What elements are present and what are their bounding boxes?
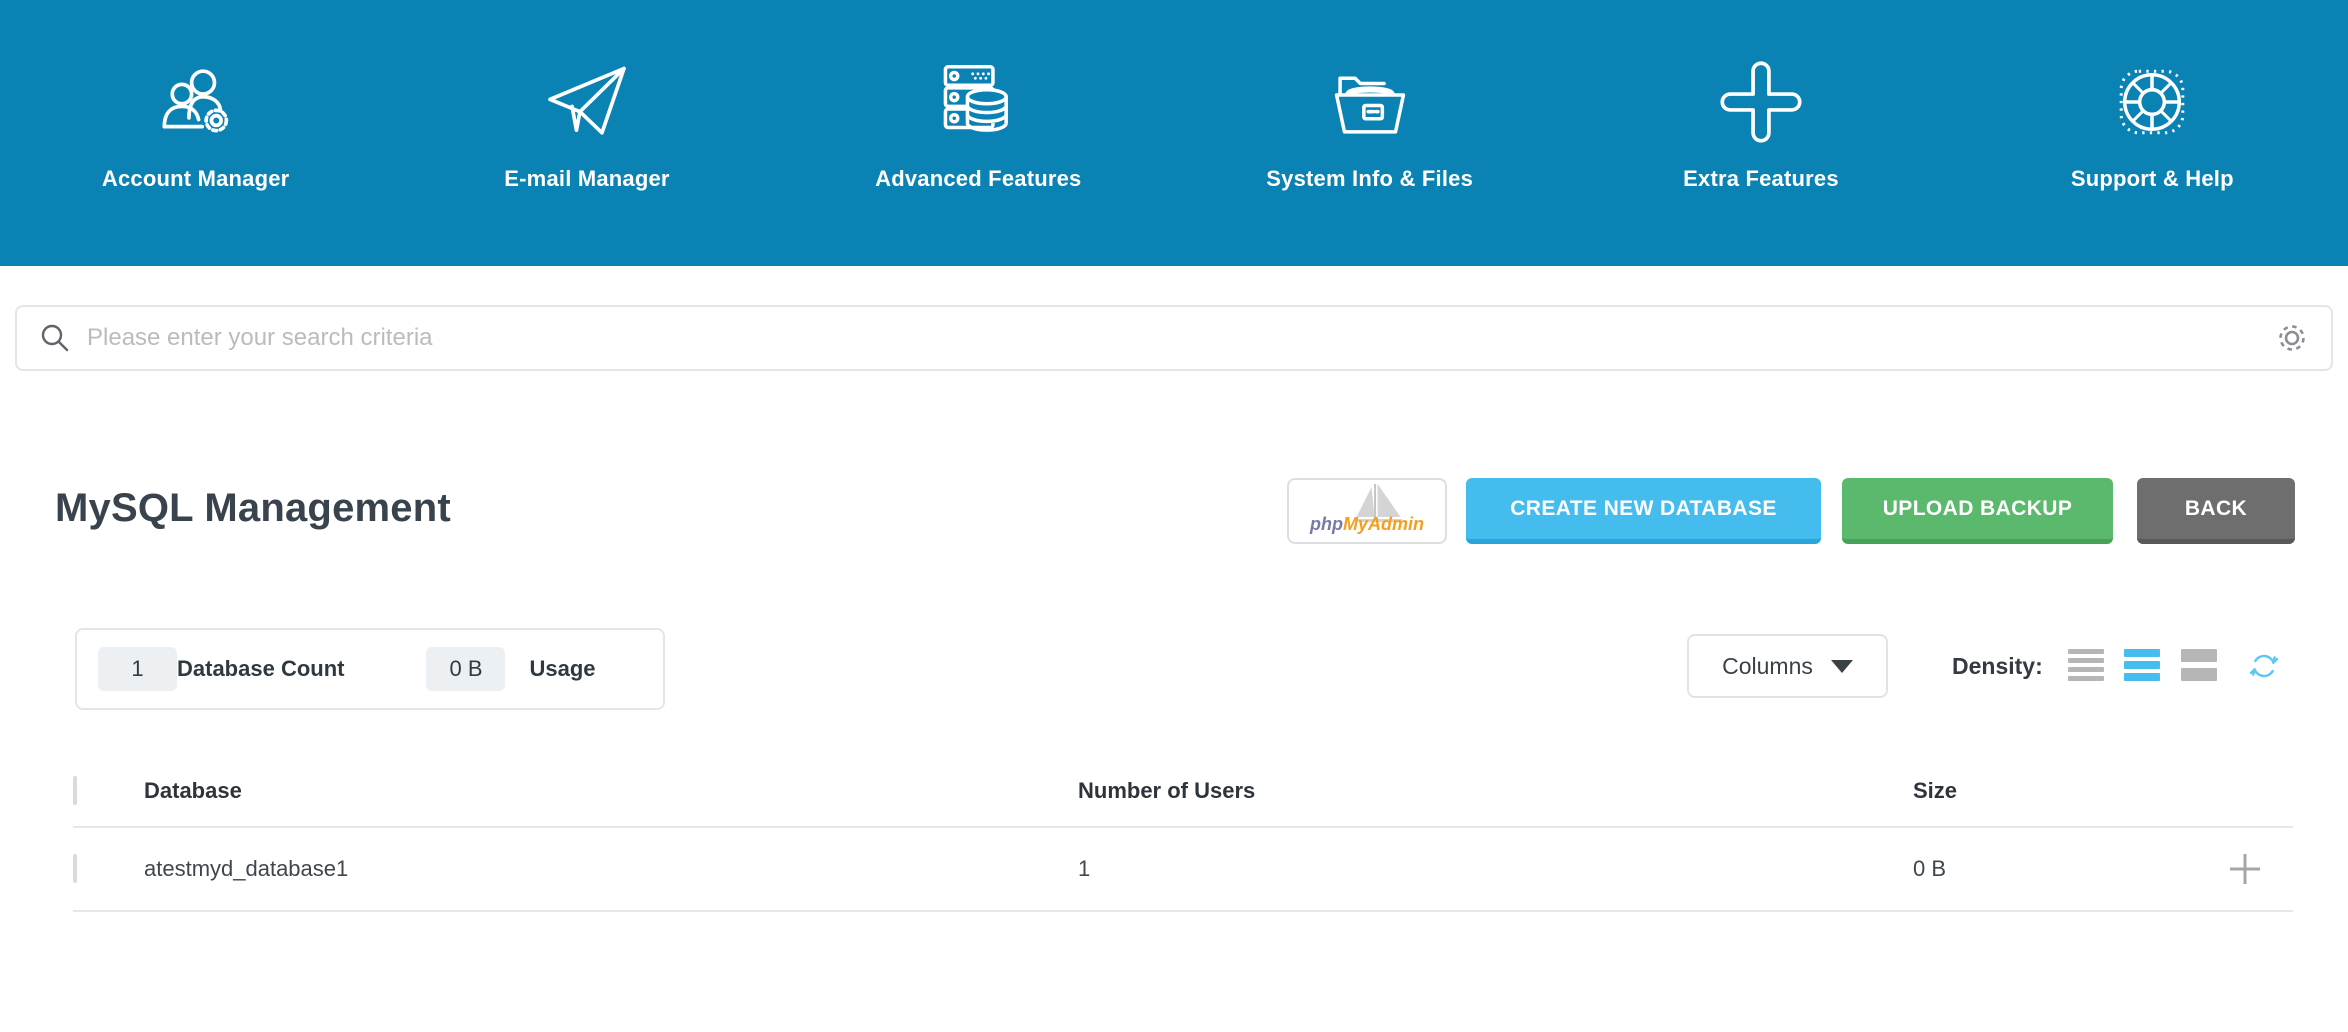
nav-label: Extra Features <box>1683 166 1839 192</box>
nav-label: Support & Help <box>2071 166 2234 192</box>
density-compact-icon <box>2068 649 2104 654</box>
columns-dropdown-label: Columns <box>1722 653 1813 680</box>
columns-dropdown[interactable]: Columns <box>1687 634 1888 698</box>
plus-icon <box>2228 852 2262 886</box>
search-settings-gear-icon[interactable] <box>2275 321 2309 355</box>
nav-item-advanced-features[interactable]: Advanced Features <box>783 0 1174 266</box>
search-input[interactable] <box>87 324 2275 352</box>
refresh-button[interactable] <box>2248 650 2280 682</box>
page-title: MySQL Management <box>55 486 451 531</box>
database-size: 0 B <box>1913 856 1946 882</box>
database-name: atestmyd_database1 <box>144 856 1078 882</box>
stats-box: 1 Database Count 0 B Usage <box>75 628 665 710</box>
nav-label: System Info & Files <box>1266 166 1473 192</box>
table-row[interactable]: atestmyd_database1 1 0 B <box>73 828 2293 912</box>
phpmyadmin-label: phpMyAdmin <box>1289 514 1445 535</box>
row-expand-button[interactable] <box>2228 852 2262 886</box>
database-count-value: 1 <box>98 647 177 691</box>
nav-item-account-manager[interactable]: Account Manager <box>0 0 391 266</box>
nav-label: Account Manager <box>102 166 290 192</box>
density-label: Density: <box>1952 634 2043 698</box>
create-new-database-button[interactable]: CREATE NEW DATABASE <box>1466 478 1821 544</box>
phpmyadmin-button[interactable]: phpMyAdmin <box>1287 478 1447 544</box>
column-header-size: Size <box>1913 778 2293 804</box>
select-all-checkbox[interactable] <box>73 776 77 805</box>
email-manager-icon <box>543 58 631 146</box>
column-header-users: Number of Users <box>1078 778 1913 804</box>
database-table: Database Number of Users Size atestmyd_d… <box>73 756 2293 912</box>
extra-features-icon <box>1717 58 1805 146</box>
row-checkbox[interactable] <box>73 854 77 883</box>
density-comfortable-button[interactable] <box>2181 649 2217 681</box>
usage-label: Usage <box>529 656 595 682</box>
chevron-down-icon <box>1831 660 1853 673</box>
support-help-icon <box>2108 58 2196 146</box>
mysql-management-page: Account Manager E-mail Manager <box>0 0 2348 1032</box>
refresh-icon <box>2248 650 2280 682</box>
back-button[interactable]: BACK <box>2137 478 2295 544</box>
usage-value: 0 B <box>426 647 505 691</box>
column-header-database: Database <box>144 778 1078 804</box>
nav-item-system-info-files[interactable]: System Info & Files <box>1174 0 1565 266</box>
density-compact-button[interactable] <box>2068 649 2104 681</box>
nav-item-email-manager[interactable]: E-mail Manager <box>391 0 782 266</box>
account-manager-icon <box>152 58 240 146</box>
database-count-label: Database Count <box>177 656 344 682</box>
database-users: 1 <box>1078 856 1913 882</box>
search-icon <box>39 322 71 354</box>
search-bar <box>15 305 2333 371</box>
nav-label: Advanced Features <box>875 166 1081 192</box>
table-header-row: Database Number of Users Size <box>73 756 2293 828</box>
main-nav: Account Manager E-mail Manager <box>0 0 2348 266</box>
system-info-files-icon <box>1326 58 1414 146</box>
nav-item-support-help[interactable]: Support & Help <box>1957 0 2348 266</box>
density-medium-button[interactable] <box>2124 649 2160 681</box>
nav-item-extra-features[interactable]: Extra Features <box>1565 0 1956 266</box>
density-medium-icon <box>2124 649 2160 657</box>
density-comfortable-icon <box>2181 649 2217 662</box>
upload-backup-button[interactable]: UPLOAD BACKUP <box>1842 478 2113 544</box>
nav-label: E-mail Manager <box>504 166 669 192</box>
advanced-features-icon <box>934 58 1022 146</box>
